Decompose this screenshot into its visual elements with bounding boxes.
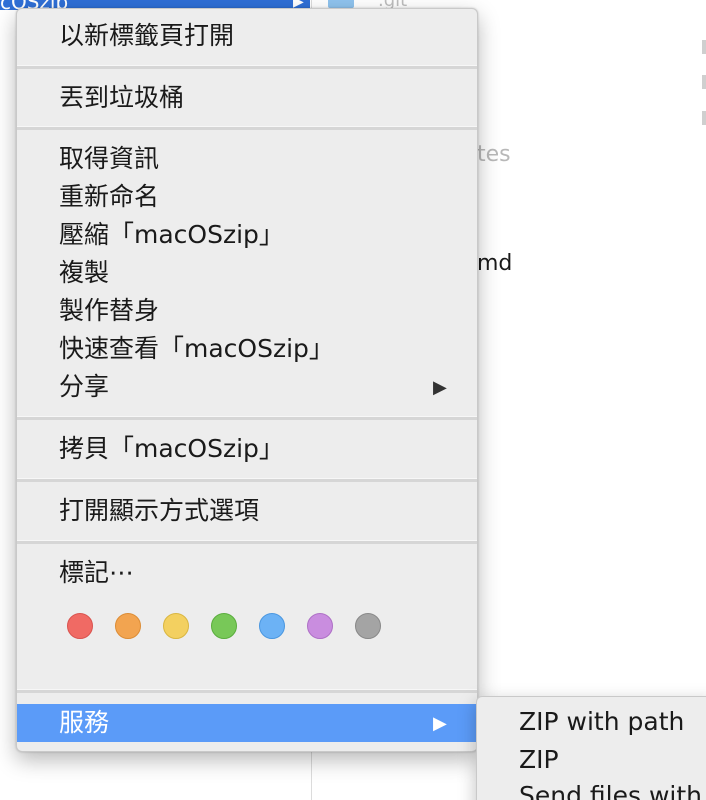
tag-gray-dot[interactable] [355,613,381,639]
menu-item-move-to-trash[interactable]: 丟到垃圾桶 [17,79,477,117]
menu-item-label: 快速查看「macOSzip」 [59,334,334,363]
services-submenu: ZIP with path ZIP Send files with [476,696,706,800]
file-name-fragment-md[interactable]: md [477,251,512,276]
menu-item-label: 取得資訊 [59,144,160,173]
menu-item-label: 分享 [59,372,110,401]
menu-item-services[interactable]: 服務 ▶ [17,704,477,742]
menu-item-rename[interactable]: 重新命名 [17,178,477,216]
menu-item-share[interactable]: 分享 ▶ [17,368,477,406]
column-marker [702,111,706,125]
context-menu: 以新標籤頁打開 丟到垃圾桶 取得資訊 重新命名 壓縮「macOSzip」 複製 … [16,8,478,752]
menu-item-label: 壓縮「macOSzip」 [59,220,284,249]
menu-separator [17,540,477,544]
tag-blue-dot[interactable] [259,613,285,639]
menu-item-tags[interactable]: 標記⋯ [17,554,477,592]
menu-item-show-view-options[interactable]: 打開顯示方式選項 [17,492,477,530]
tag-yellow-dot[interactable] [163,613,189,639]
menu-item-label: 複製 [59,258,110,287]
submenu-arrow-icon: ▶ [433,713,447,734]
menu-item-label: 標記⋯ [59,558,135,587]
menu-item-label: 拷貝「macOSzip」 [59,434,284,463]
menu-separator [17,478,477,482]
menu-item-label: 丟到垃圾桶 [59,83,185,112]
submenu-item-send-files-with[interactable]: Send files with [519,781,702,800]
menu-separator [17,689,477,693]
menu-item-label: 以新標籤頁打開 [59,21,235,50]
menu-item-compress[interactable]: 壓縮「macOSzip」 [17,216,477,254]
menu-item-copy[interactable]: 拷貝「macOSzip」 [17,430,477,468]
menu-item-get-info[interactable]: 取得資訊 [17,140,477,178]
menu-separator [17,416,477,420]
submenu-item-zip-with-path[interactable]: ZIP with path [519,707,684,737]
tag-orange-dot[interactable] [115,613,141,639]
tag-purple-dot[interactable] [307,613,333,639]
finder-screen: cOSzip ▶ .git tes md 以新標籤頁打開 丟到垃圾桶 取得資訊 … [0,0,706,800]
submenu-item-zip[interactable]: ZIP [519,745,559,775]
menu-item-label: 服務 [59,708,110,737]
submenu-arrow-icon: ▶ [433,377,447,398]
column-marker [702,40,706,54]
menu-item-label: 製作替身 [59,296,160,325]
file-name-fragment-tes[interactable]: tes [477,142,511,167]
menu-item-label: 重新命名 [59,182,160,211]
folder-icon [328,0,354,8]
menu-separator [17,65,477,69]
menu-item-make-alias[interactable]: 製作替身 [17,292,477,330]
menu-item-open-in-new-tab[interactable]: 以新標籤頁打開 [17,17,477,55]
menu-item-label: 打開顯示方式選項 [59,496,260,525]
menu-separator [17,126,477,130]
tag-green-dot[interactable] [211,613,237,639]
tag-red-dot[interactable] [67,613,93,639]
menu-item-quick-look[interactable]: 快速查看「macOSzip」 [17,330,477,368]
menu-item-duplicate[interactable]: 複製 [17,254,477,292]
column-marker [702,75,706,89]
